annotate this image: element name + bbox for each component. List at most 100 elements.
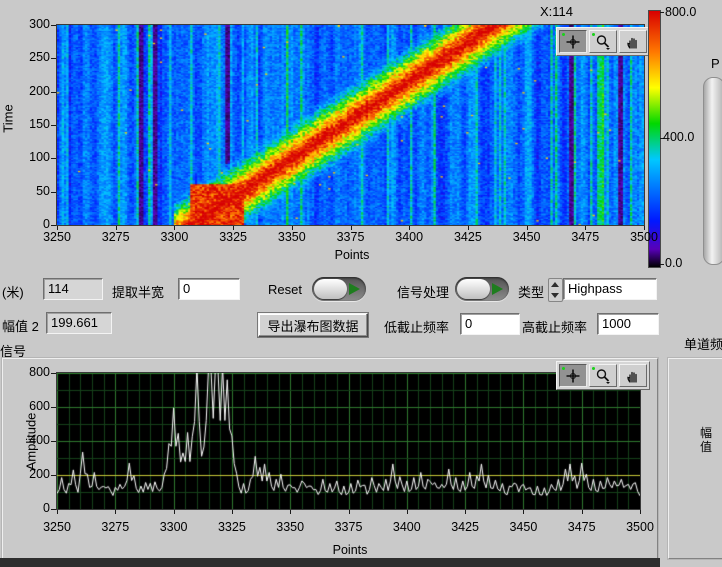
amplitude2-label: 幅值 2 <box>2 316 39 335</box>
toggle-knob <box>314 279 347 299</box>
y-tick-label: 50 <box>14 184 50 198</box>
single-channel-spectrum-label: 单道频 <box>684 334 722 353</box>
x-tick-mark <box>290 510 291 514</box>
signal-plot-area[interactable] <box>56 372 641 510</box>
y-tick-label: 600 <box>14 399 50 413</box>
right-panel-vertical-label: 幅值 <box>700 426 714 454</box>
y-tick-label: 400 <box>14 433 50 447</box>
x-tick-mark <box>174 510 175 514</box>
waterfall-graph-palette <box>556 27 650 56</box>
tool-dot <box>592 367 595 370</box>
pan-tool-button[interactable] <box>619 30 647 53</box>
x-tick-mark <box>468 226 469 230</box>
spinner-down-icon <box>551 293 559 298</box>
x-tick-mark <box>409 226 410 230</box>
y-tick-mark <box>51 475 56 476</box>
y-tick-mark <box>51 158 56 159</box>
reset-label: Reset <box>268 282 302 297</box>
x-tick-label: 3400 <box>387 520 427 534</box>
x-tick-mark <box>349 510 350 514</box>
x-tick-label: 3475 <box>565 230 605 244</box>
y-tick-mark <box>51 441 56 442</box>
y-tick-mark <box>51 192 56 193</box>
low-cutoff-label: 低截止频率 <box>384 317 449 336</box>
high-cutoff-label: 高截止频率 <box>522 317 587 336</box>
x-tick-label: 3500 <box>620 520 660 534</box>
colorbar-min-label: 0.0 <box>665 256 682 270</box>
x-tick-label: 3425 <box>445 520 485 534</box>
x-tick-label: 3350 <box>270 520 310 534</box>
x-tick-mark <box>523 510 524 514</box>
cursor-x-indicator: 114 <box>43 278 103 300</box>
colorbar-tick <box>660 264 664 265</box>
filter-type-label: 类型 <box>518 282 544 301</box>
hand-icon <box>625 368 641 384</box>
spinner-up-icon <box>551 282 559 287</box>
x-tick-mark <box>644 226 645 230</box>
x-tick-mark <box>115 510 116 514</box>
clipped-side-label: P <box>711 56 720 71</box>
x-tick-mark <box>116 226 117 230</box>
x-tick-label: 3325 <box>212 520 252 534</box>
y-tick-label: 100 <box>14 150 50 164</box>
x-tick-label: 3450 <box>507 230 547 244</box>
low-cutoff-input[interactable]: 0 <box>460 313 520 335</box>
crosshair-tool-button[interactable] <box>559 364 587 387</box>
x-tick-label: 3250 <box>37 520 77 534</box>
y-tick-mark <box>51 58 56 59</box>
toggle-arrow-icon <box>492 283 503 295</box>
signal-graph-palette <box>556 361 650 390</box>
x-tick-mark <box>292 226 293 230</box>
crosshair-tool-button[interactable] <box>559 30 587 53</box>
y-tick-label: 0 <box>14 501 50 515</box>
x-tick-label: 3300 <box>154 230 194 244</box>
y-tick-mark <box>51 25 56 26</box>
x-tick-mark <box>57 226 58 230</box>
x-tick-mark <box>582 510 583 514</box>
extract-halfwidth-label: 提取半宽 <box>112 282 164 301</box>
x-tick-label: 3450 <box>503 520 543 534</box>
y-tick-mark <box>51 225 56 226</box>
x-tick-label: 3275 <box>96 230 136 244</box>
tool-active-dot <box>562 367 565 370</box>
extract-halfwidth-input[interactable]: 0 <box>178 278 240 300</box>
tool-dot <box>592 33 595 36</box>
toggle-knob <box>457 279 490 299</box>
y-tick-mark <box>51 92 56 93</box>
bottom-edge-strip <box>0 558 660 567</box>
x-tick-label: 3350 <box>272 230 312 244</box>
x-tick-mark <box>174 226 175 230</box>
signal-processing-toggle[interactable] <box>455 277 509 301</box>
color-scale-slider[interactable] <box>703 77 722 265</box>
x-tick-label: 3325 <box>213 230 253 244</box>
right-side-panel <box>668 358 722 559</box>
pan-tool-button[interactable] <box>619 364 647 387</box>
filter-type-spinner[interactable] <box>548 278 563 302</box>
x-tick-label: 3425 <box>448 230 488 244</box>
filter-type-value[interactable]: Highpass <box>563 278 657 300</box>
y-tick-label: 200 <box>14 467 50 481</box>
x-tick-mark <box>527 226 528 230</box>
y-tick-label: 0 <box>14 217 50 231</box>
zoom-tool-button[interactable] <box>589 30 617 53</box>
waterfall-x-axis-title: Points <box>322 248 382 262</box>
y-tick-mark <box>51 509 56 510</box>
crosshair-icon <box>565 368 581 384</box>
x-tick-mark <box>465 510 466 514</box>
amplitude2-indicator: 199.661 <box>46 312 112 334</box>
colorbar-tick <box>660 12 664 13</box>
export-waterfall-data-button[interactable]: 导出瀑布图数据 <box>258 313 368 337</box>
colorbar-max-label: 800.0 <box>665 5 696 19</box>
y-tick-label: 300 <box>14 17 50 31</box>
x-tick-mark <box>351 226 352 230</box>
x-tick-mark <box>57 510 58 514</box>
y-tick-label: 250 <box>14 50 50 64</box>
reset-toggle-button[interactable] <box>312 277 366 301</box>
x-tick-label: 3375 <box>329 520 369 534</box>
distance-label: (米) <box>2 282 24 301</box>
zoom-tool-button[interactable] <box>589 364 617 387</box>
magnifier-icon <box>595 34 611 50</box>
y-tick-label: 800 <box>14 365 50 379</box>
high-cutoff-input[interactable]: 1000 <box>597 313 659 335</box>
y-tick-label: 150 <box>14 117 50 131</box>
